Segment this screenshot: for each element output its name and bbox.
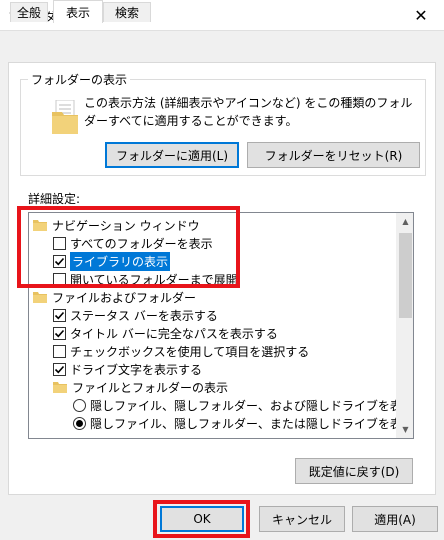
checkbox-checked[interactable]	[53, 362, 66, 376]
cancel-label: キャンセル	[271, 512, 332, 527]
tab-view[interactable]: 表示	[53, 0, 103, 23]
option-label: ドライブ文字を表示する	[70, 362, 203, 377]
checkbox-unchecked[interactable]	[53, 272, 66, 286]
option-full-path-in-title[interactable]: タイトル バーに完全なパスを表示する	[53, 324, 278, 342]
folder-view-legend: フォルダーの表示	[28, 71, 131, 88]
folder-view-icon	[52, 100, 78, 134]
apply-label: 適用(A)	[374, 512, 416, 527]
option-label: 隠しファイル、隠しフォルダー、または隠しドライブを表示しない	[90, 416, 414, 431]
option-label-selected: ライブラリの表示	[70, 251, 171, 271]
tree-node-label: ファイルとフォルダーの表示	[72, 380, 229, 395]
tab-search-label: 検索	[114, 6, 139, 20]
apply-button[interactable]: 適用(A)	[352, 506, 438, 532]
ok-label: OK	[193, 512, 211, 526]
reset-folders-button[interactable]: フォルダーをリセット(R)	[247, 142, 420, 168]
option-dont-show-hidden[interactable]: 隠しファイル、隠しフォルダー、または隠しドライブを表示しない	[73, 414, 414, 432]
checkbox-checked[interactable]	[53, 326, 66, 340]
scroll-up-arrow-icon[interactable]: ▲	[397, 213, 413, 230]
reset-folders-label: フォルダーをリセット(R)	[264, 148, 403, 163]
checkbox-unchecked[interactable]	[53, 344, 66, 358]
radio-dot	[76, 419, 83, 427]
tree-node-label: ナビゲーション ウィンドウ	[52, 218, 200, 233]
checkmark-icon	[54, 311, 65, 319]
tree-node-label: ファイルおよびフォルダー	[52, 290, 197, 305]
option-label: チェックボックスを使用して項目を選択する	[70, 344, 310, 359]
advanced-settings-label: 詳細設定:	[28, 192, 81, 206]
close-icon: ✕	[414, 6, 428, 25]
option-label: ステータス バーを表示する	[70, 308, 218, 323]
radio-unselected[interactable]	[73, 398, 86, 412]
advanced-settings-tree[interactable]: ナビゲーション ウィンドウ すべてのフォルダーを表示 ライブラリの表示 開いてい…	[28, 212, 414, 439]
checkbox-checked[interactable]	[53, 254, 66, 268]
scroll-down-arrow-icon[interactable]: ▼	[397, 421, 413, 438]
tree-node-hidden-files[interactable]: ファイルとフォルダーの表示	[53, 378, 228, 396]
option-show-status-bar[interactable]: ステータス バーを表示する	[53, 306, 218, 324]
option-show-libraries[interactable]: ライブラリの表示	[53, 251, 171, 271]
radio-selected[interactable]	[73, 416, 86, 430]
checkmark-icon	[54, 329, 65, 337]
checkmark-icon	[54, 365, 65, 373]
apply-to-folders-button[interactable]: フォルダーに適用(L)	[105, 142, 239, 168]
checkbox-checked[interactable]	[53, 308, 66, 322]
tab-general[interactable]: 全般	[10, 2, 48, 22]
close-button[interactable]: ✕	[398, 0, 444, 31]
option-expand-to-open-folder[interactable]: 開いているフォルダーまで展開	[53, 270, 238, 288]
tab-view-label: 表示	[65, 5, 90, 20]
tab-general-label: 全般	[16, 6, 41, 20]
folder-icon	[53, 382, 67, 393]
apply-to-folders-label: フォルダーに適用(L)	[115, 148, 229, 163]
option-label: 隠しファイル、隠しフォルダー、および隠しドライブを表示する	[90, 398, 414, 413]
cancel-button[interactable]: キャンセル	[259, 506, 345, 532]
ok-button[interactable]: OK	[160, 506, 244, 532]
option-label: すべてのフォルダーを表示	[70, 236, 213, 251]
option-label: タイトル バーに完全なパスを表示する	[70, 326, 278, 341]
restore-defaults-button[interactable]: 既定値に戻す(D)	[295, 458, 413, 484]
tree-scrollbar[interactable]: ▲ ▼	[396, 213, 413, 438]
checkmark-icon	[54, 257, 65, 265]
folder-view-description: この表示方法 (詳細表示やアイコンなど) をこの種類のフォルダーすべてに適用する…	[84, 96, 413, 128]
folder-icon	[33, 220, 47, 231]
folder-icon	[33, 292, 47, 303]
tab-search[interactable]: 検索	[103, 2, 151, 22]
option-label: 開いているフォルダーまで展開	[70, 272, 238, 287]
option-show-all-folders[interactable]: すべてのフォルダーを表示	[53, 234, 213, 252]
option-use-item-checkboxes[interactable]: チェックボックスを使用して項目を選択する	[53, 342, 309, 360]
checkbox-unchecked[interactable]	[53, 236, 66, 250]
tree-node-files-and-folders[interactable]: ファイルおよびフォルダー	[33, 288, 196, 306]
tree-node-navigation-pane[interactable]: ナビゲーション ウィンドウ	[33, 216, 200, 234]
scroll-thumb[interactable]	[399, 233, 412, 318]
option-show-drive-letters[interactable]: ドライブ文字を表示する	[53, 360, 202, 378]
restore-defaults-label: 既定値に戻す(D)	[308, 464, 400, 479]
option-show-hidden[interactable]: 隠しファイル、隠しフォルダー、および隠しドライブを表示する	[73, 396, 414, 414]
